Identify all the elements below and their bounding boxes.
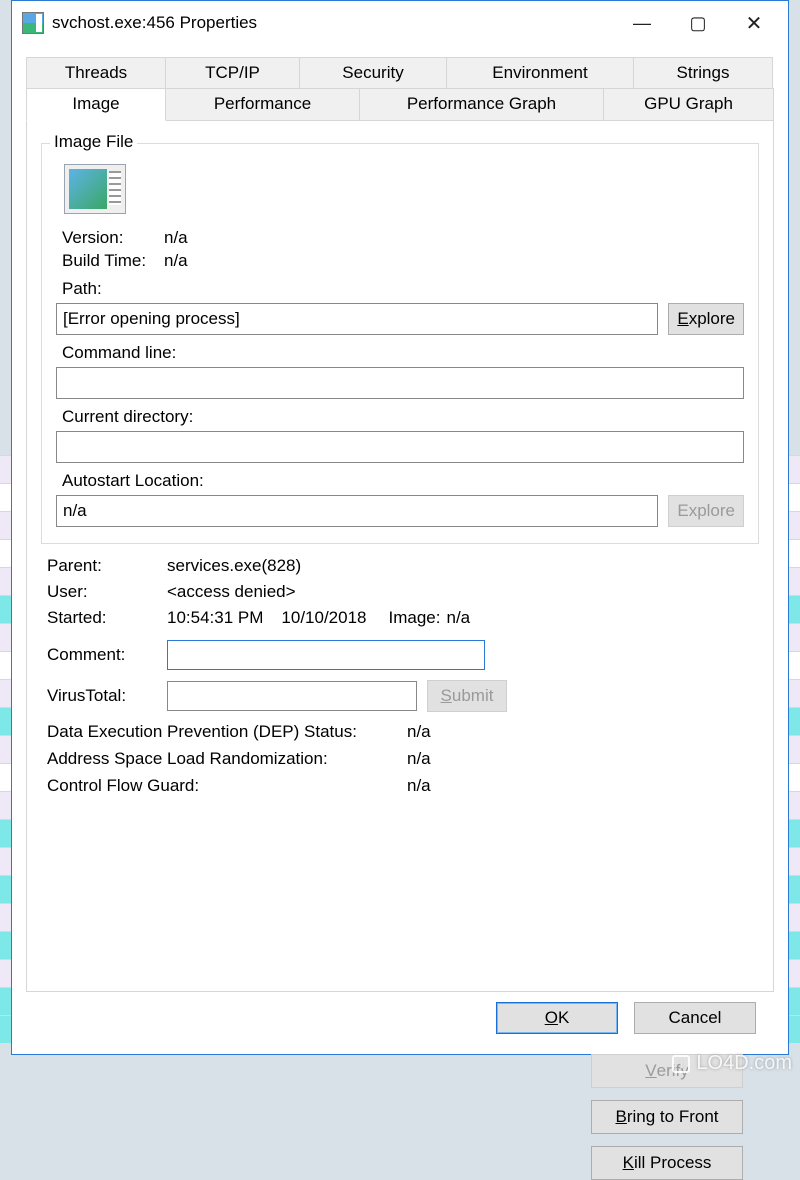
- currentdir-input[interactable]: [56, 431, 744, 463]
- started-time: 10:54:31 PM: [167, 608, 263, 628]
- tab-image[interactable]: Image: [26, 88, 166, 121]
- autostart-input[interactable]: [56, 495, 658, 527]
- bring-to-front-button[interactable]: Bring to Front: [591, 1100, 743, 1134]
- ok-button[interactable]: OK: [496, 1002, 618, 1034]
- cfg-label: Control Flow Guard:: [47, 776, 407, 796]
- dep-label: Data Execution Prevention (DEP) Status:: [47, 722, 407, 742]
- tab-security[interactable]: Security: [299, 57, 447, 89]
- started-label: Started:: [47, 608, 167, 628]
- parent-value: services.exe(828): [167, 556, 301, 576]
- client-area: Threads TCP/IP Security Environment Stri…: [12, 45, 788, 1054]
- tab-strip: Threads TCP/IP Security Environment Stri…: [26, 57, 774, 121]
- currentdir-label: Current directory:: [62, 407, 744, 427]
- close-button[interactable]: ✕: [726, 4, 782, 42]
- image-value: n/a: [446, 608, 470, 628]
- parent-label: Parent:: [47, 556, 167, 576]
- kill-process-button[interactable]: Kill Process: [591, 1146, 743, 1180]
- cfg-value: n/a: [407, 776, 431, 796]
- path-label: Path:: [62, 279, 744, 299]
- tab-strings[interactable]: Strings: [633, 57, 773, 89]
- version-value: n/a: [164, 228, 188, 248]
- cancel-button[interactable]: Cancel: [634, 1002, 756, 1034]
- commandline-input[interactable]: [56, 367, 744, 399]
- minimize-button[interactable]: —: [614, 4, 670, 42]
- started-date: 10/10/2018: [281, 608, 366, 628]
- maximize-button[interactable]: ▢: [670, 4, 726, 42]
- aslr-label: Address Space Load Randomization:: [47, 749, 407, 769]
- buildtime-value: n/a: [164, 251, 188, 271]
- commandline-label: Command line:: [62, 343, 744, 363]
- tab-content-image: Image File Version: n/a Build Time: n/a …: [26, 120, 774, 992]
- tab-performance-graph[interactable]: Performance Graph: [359, 88, 604, 121]
- file-icon: [64, 164, 126, 214]
- path-input[interactable]: [56, 303, 658, 335]
- explore-path-button[interactable]: Explore: [668, 303, 744, 335]
- watermark-text: LO4D.com: [696, 1052, 792, 1075]
- explore-autostart-button: Explore: [668, 495, 744, 527]
- app-icon: [22, 12, 44, 34]
- dialog-footer: OK Cancel: [26, 992, 774, 1044]
- tab-tcpip[interactable]: TCP/IP: [165, 57, 300, 89]
- tab-performance[interactable]: Performance: [165, 88, 360, 121]
- submit-button: Submit: [427, 680, 507, 712]
- virustotal-label: VirusTotal:: [47, 686, 167, 706]
- autostart-label: Autostart Location:: [62, 471, 744, 491]
- tab-gpu-graph[interactable]: GPU Graph: [603, 88, 774, 121]
- watermark-icon: ↓: [672, 1055, 690, 1073]
- virustotal-input[interactable]: [167, 681, 417, 711]
- groupbox-legend: Image File: [50, 132, 137, 152]
- aslr-value: n/a: [407, 749, 431, 769]
- dep-value: n/a: [407, 722, 431, 742]
- titlebar[interactable]: svchost.exe:456 Properties — ▢ ✕: [12, 1, 788, 45]
- window-title: svchost.exe:456 Properties: [52, 13, 614, 33]
- tab-threads[interactable]: Threads: [26, 57, 166, 89]
- comment-label: Comment:: [47, 645, 167, 665]
- buildtime-label: Build Time:: [62, 251, 164, 271]
- comment-input[interactable]: [167, 640, 485, 670]
- user-value: <access denied>: [167, 582, 296, 602]
- properties-window: svchost.exe:456 Properties — ▢ ✕ Threads…: [11, 0, 789, 1055]
- image-label: Image:: [389, 608, 441, 628]
- user-label: User:: [47, 582, 167, 602]
- version-label: Version:: [62, 228, 164, 248]
- tab-environment[interactable]: Environment: [446, 57, 634, 89]
- watermark: ↓ LO4D.com: [672, 1052, 792, 1075]
- groupbox-image-file: Image File Version: n/a Build Time: n/a …: [41, 143, 759, 544]
